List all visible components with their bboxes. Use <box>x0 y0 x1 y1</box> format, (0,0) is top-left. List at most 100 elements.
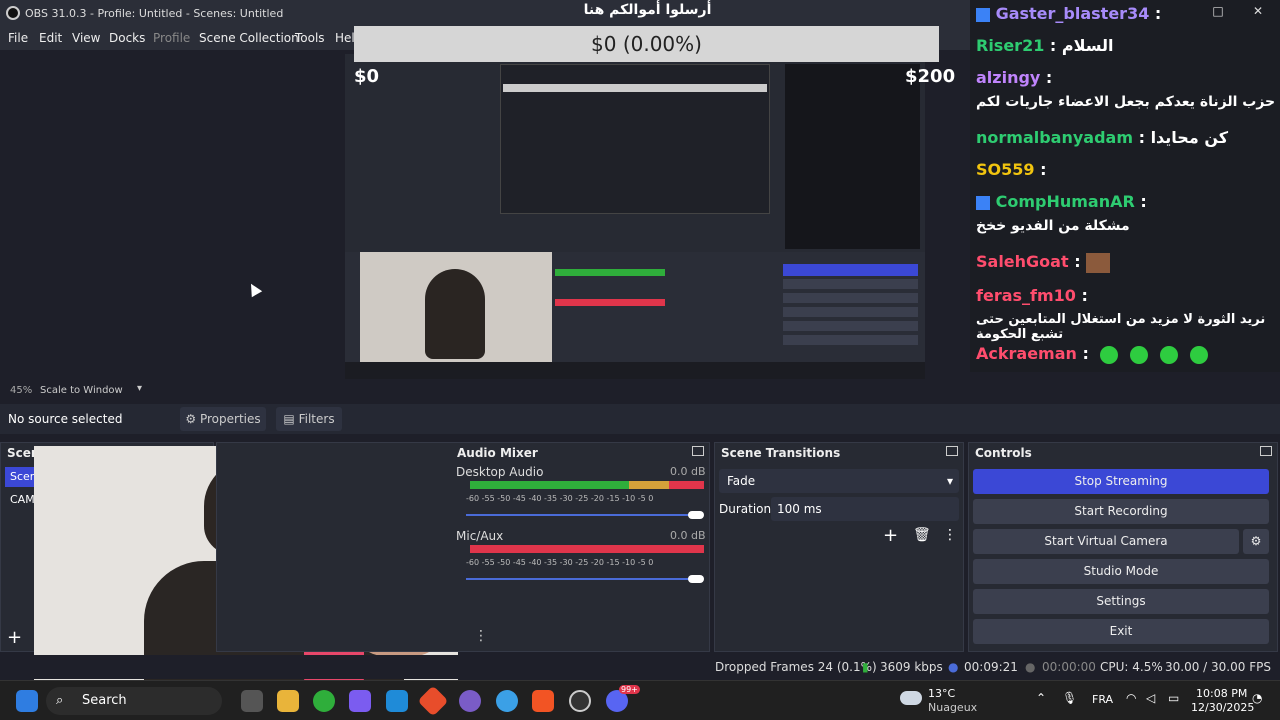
filters-button[interactable]: ▤ Filters <box>276 407 342 431</box>
wifi-icon[interactable]: ◠ <box>1126 691 1136 705</box>
menu-edit[interactable]: Edit <box>39 31 62 45</box>
battery-icon[interactable]: ▭ <box>1168 691 1179 705</box>
chat-line: alzingy : <box>976 68 1053 87</box>
donation-title: أرسلوا أموالكم هنا <box>583 2 712 18</box>
menu-scene-collection[interactable]: Scene Collection <box>199 31 299 45</box>
chat-user: alzingy <box>976 68 1041 87</box>
menu-view[interactable]: View <box>72 31 100 45</box>
window-title: OBS 31.0.3 - Profile: Untitled - Scenes:… <box>25 7 284 20</box>
microphone-icon[interactable]: 🎙 <box>1062 691 1077 705</box>
stream-time: 00:09:21 <box>964 660 1018 674</box>
search-icon: ⌕ <box>56 693 64 708</box>
trash-icon[interactable]: 🗑 <box>913 527 931 543</box>
status-bar: Dropped Frames 24 (0.1%) ▮ 3609 kbps ● 0… <box>0 655 1280 679</box>
chat-user: feras_fm10 <box>976 286 1076 305</box>
zoom-bar: 45% Scale to Window ▾ <box>0 382 1280 400</box>
chat-overlay: Gaster_blaster34 : Riser21 : السلام alzi… <box>970 0 1280 372</box>
donation-progress-bar: $0 (0.00%) <box>354 26 939 62</box>
filter-icon: ▤ <box>283 412 295 426</box>
badge-icon <box>976 7 990 22</box>
chat-app-icon[interactable] <box>459 690 481 712</box>
studio-mode-button[interactable]: Studio Mode <box>973 559 1269 584</box>
chevron-down-icon[interactable]: ▾ <box>137 383 142 394</box>
undock-icon[interactable] <box>692 446 704 456</box>
copilot-icon[interactable] <box>349 690 371 712</box>
broadcast-icon: ● <box>948 660 959 674</box>
record-time: 00:00:00 <box>1042 660 1096 674</box>
notification-bell-icon[interactable]: ◔ <box>1252 691 1262 705</box>
undock-icon[interactable] <box>1260 446 1272 456</box>
donation-max: $200 <box>905 66 956 87</box>
close-button[interactable]: ✕ <box>1248 4 1268 18</box>
store-icon[interactable] <box>386 690 408 712</box>
chat-message: كن محايدا <box>1150 128 1229 147</box>
chat-message: نريد الثورة لا مزيد من استغلال المتابعين… <box>976 312 1266 342</box>
undock-icon[interactable] <box>946 446 958 456</box>
exit-button[interactable]: Exit <box>973 619 1269 644</box>
task-view-icon[interactable] <box>241 690 263 712</box>
obs-icon[interactable] <box>569 690 591 712</box>
chevron-up-icon[interactable]: ⌃ <box>1036 691 1046 705</box>
start-recording-button[interactable]: Start Recording <box>973 499 1269 524</box>
menu-docks[interactable]: Docks <box>109 31 145 45</box>
volume-slider[interactable] <box>466 514 702 516</box>
duration-spinbox[interactable]: 100 ms <box>771 497 959 521</box>
clock-time[interactable]: 10:08 PM <box>1196 687 1247 700</box>
transition-select[interactable]: Fade ▾ <box>719 469 959 493</box>
maximize-button[interactable]: □ <box>1208 4 1228 18</box>
scene-item[interactable]: CAM <box>5 493 35 506</box>
app-icon[interactable] <box>417 685 449 717</box>
duration-value: 100 ms <box>777 502 822 516</box>
menu-profile[interactable]: Profile <box>153 31 190 45</box>
emote-icon <box>1100 345 1119 364</box>
taskbar-search[interactable]: ⌕ Search <box>46 687 222 715</box>
channel-name: Mic/Aux <box>456 529 504 543</box>
menu-file[interactable]: File <box>8 31 28 45</box>
brave-icon[interactable] <box>532 690 554 712</box>
chat-line: SO559 : <box>976 160 1047 179</box>
weather-desc[interactable]: Nuageux <box>928 701 977 714</box>
zoom-mode[interactable]: Scale to Window <box>40 385 123 396</box>
file-explorer-icon[interactable] <box>277 690 299 712</box>
add-transition-button[interactable]: + <box>883 525 898 546</box>
chat-user: Gaster_blaster34 <box>995 4 1150 23</box>
emote-icon <box>1086 252 1111 273</box>
windows-start-icon[interactable] <box>16 690 38 712</box>
menu-tools[interactable]: Tools <box>295 31 325 45</box>
chat-line: normalbanyadam : كن محايدا <box>976 128 1229 147</box>
source-toolbar: No source selected ⚙ Properties ▤ Filter… <box>0 404 1280 434</box>
chat-user: Ackraeman <box>976 344 1077 363</box>
more-vertical-icon[interactable]: ⋮ <box>943 527 957 543</box>
start-virtual-camera-button[interactable]: Start Virtual Camera <box>973 529 1239 554</box>
clock-date[interactable]: 12/30/2025 <box>1191 701 1254 714</box>
edge-icon[interactable] <box>496 690 518 712</box>
chat-user: SO559 <box>976 160 1035 179</box>
chevron-down-icon: ▾ <box>946 474 953 488</box>
fps: 30.00 / 30.00 FPS <box>1165 660 1271 674</box>
weather-temp[interactable]: 13°C <box>928 687 955 700</box>
filters-label: Filters <box>298 412 335 426</box>
volume-slider[interactable] <box>466 578 702 580</box>
search-label: Search <box>82 693 127 708</box>
scene-transitions-dock: Scene Transitions Fade ▾ Duration 100 ms… <box>714 442 964 652</box>
gear-icon[interactable]: ⚙ <box>1243 529 1269 554</box>
volume-icon[interactable]: ◁ <box>1146 691 1155 705</box>
chat-user: SalehGoat <box>976 252 1069 271</box>
dropped-frames: Dropped Frames 24 (0.1%) <box>715 660 877 674</box>
xbox-icon[interactable] <box>313 690 335 712</box>
settings-button[interactable]: Settings <box>973 589 1269 614</box>
taskbar: ⌕ Search 99+ 13°C Nuageux ⌃ 🎙 FRA ◠ ◁ ▭ … <box>0 680 1280 720</box>
channel-db: 0.0 dB <box>670 529 706 542</box>
stop-streaming-button[interactable]: Stop Streaming <box>973 469 1269 494</box>
notification-badge: 99+ <box>619 685 640 694</box>
slider-knob[interactable] <box>688 511 704 519</box>
more-vertical-icon[interactable]: ⋮ <box>474 628 488 644</box>
controls-dock: Controls Stop Streaming Start Recording … <box>968 442 1278 652</box>
add-scene-button[interactable]: + <box>7 627 22 648</box>
slider-knob[interactable] <box>688 575 704 583</box>
controls-title: Controls <box>975 446 1032 460</box>
chat-user: CompHumanAR <box>995 192 1135 211</box>
properties-button[interactable]: ⚙ Properties <box>180 407 266 431</box>
language-indicator[interactable]: FRA <box>1092 693 1113 706</box>
transition-selected: Fade <box>727 474 756 488</box>
